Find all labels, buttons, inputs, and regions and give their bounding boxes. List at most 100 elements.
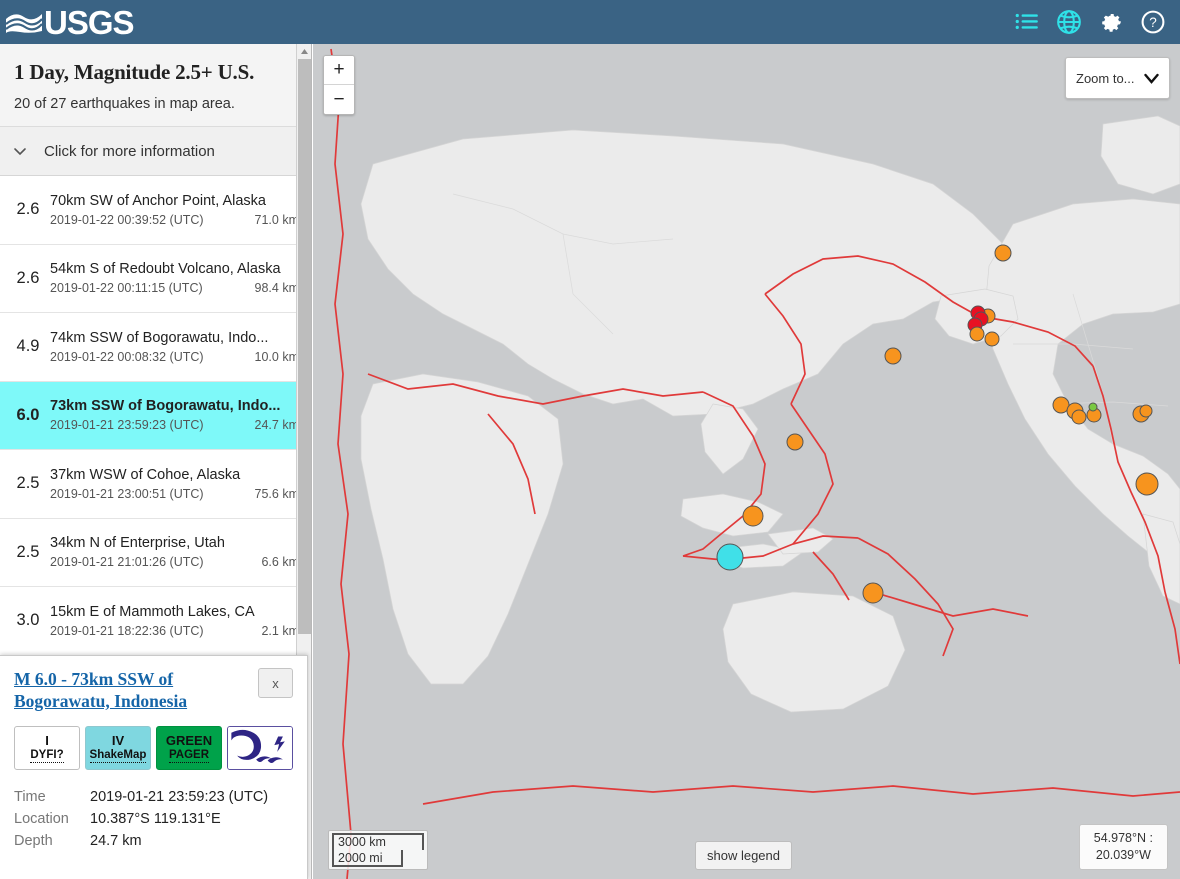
earthquake-marker[interactable] (994, 244, 1012, 262)
earthquake-list: 2.6 70km SW of Anchor Point, Alaska 2019-0… (0, 176, 311, 656)
pager-label: PAGER (168, 749, 210, 763)
earthquake-list-item[interactable]: 6.0 73km SSW of Bogorawatu, Indo... 2019-0… (0, 381, 311, 450)
earthquake-place: 15km E of Mammoth Lakes, CA (50, 603, 255, 620)
earthquake-time: 2019-01-22 00:39:52 (UTC) (50, 212, 204, 227)
list-icon[interactable] (1014, 9, 1040, 35)
earthquake-depth: 10.0 km (254, 349, 299, 364)
earthquake-info: 34km N of Enterprise, Utah 2019-01-21 21:… (50, 535, 299, 569)
earthquake-marker[interactable] (716, 543, 744, 571)
coordinate-longitude: 20.039°W (1095, 848, 1151, 862)
tsunami-badge[interactable] (227, 726, 293, 770)
earthquake-time: 2019-01-21 21:01:26 (UTC) (50, 555, 204, 570)
scale-km-label: 3000 km (332, 833, 424, 850)
earthquake-magnitude: 2.5 (16, 474, 40, 493)
chevron-down-icon (14, 148, 26, 156)
scrollbar-thumb[interactable] (298, 59, 311, 634)
earthquake-place: 73km SSW of Bogorawatu, Indo... (50, 398, 281, 415)
earthquake-info: 54km S of Redoubt Volcano, Alaska 2019-01… (50, 261, 299, 295)
scroll-up-arrow-icon[interactable] (297, 44, 311, 59)
earthquake-place: 37km WSW of Cohoe, Alaska (50, 466, 241, 483)
cursor-coordinates: 54.978°N : 20.039°W (1078, 824, 1168, 870)
dyfi-badge[interactable]: I DYFI? (14, 726, 80, 770)
earthquake-info: 70km SW of Anchor Point, Alaska 2019-01-2… (50, 193, 299, 227)
earthquake-info: 15km E of Mammoth Lakes, CA 2019-01-21 18… (50, 604, 299, 638)
earthquake-marker[interactable] (1139, 404, 1153, 418)
earthquake-marker[interactable] (884, 347, 902, 365)
earthquake-list-item[interactable]: 2.5 37km WSW of Cohoe, Alaska 2019-01-21 2… (0, 450, 311, 519)
earthquake-list-item[interactable]: 4.9 74km SSW of Bogorawatu, Indo... 2019-0… (0, 313, 311, 382)
show-legend-button[interactable]: show legend (695, 841, 792, 870)
sidebar-panel: 1 Day, Magnitude 2.5+ U.S. 20 of 27 eart… (0, 44, 312, 879)
scale-mi-label: 2000 mi (332, 850, 403, 867)
earthquake-marker[interactable] (969, 326, 985, 342)
earthquake-meta: 2019-01-22 00:39:52 (UTC) 71.0 km (50, 213, 299, 227)
earthquake-marker[interactable] (1088, 402, 1098, 412)
earthquake-info: 74km SSW of Bogorawatu, Indo... 2019-01-2… (50, 330, 299, 364)
earthquake-place: 74km SSW of Bogorawatu, Indo... (50, 329, 269, 346)
earthquake-marker[interactable] (984, 331, 1000, 347)
earthquake-list-item[interactable]: 2.6 70km SW of Anchor Point, Alaska 2019-0… (0, 176, 311, 245)
chevron-down-icon (1144, 73, 1159, 84)
earthquake-time: 2019-01-21 23:00:51 (UTC) (50, 486, 204, 501)
earthquake-meta: 2019-01-22 00:08:32 (UTC) 10.0 km (50, 350, 299, 364)
earthquake-place: 54km S of Redoubt Volcano, Alaska (50, 261, 281, 278)
earthquake-marker[interactable] (1071, 409, 1087, 425)
popup-field-value: 10.387°S 119.131°E (90, 811, 221, 827)
zoom-in-button[interactable]: + (324, 56, 354, 85)
more-information-toggle[interactable]: Click for more information (0, 127, 311, 176)
earthquake-marker[interactable] (1135, 472, 1159, 496)
globe-icon[interactable] (1056, 9, 1082, 35)
popup-badge-group: I DYFI? IV ShakeMap GREEN PAGER (14, 726, 293, 770)
earthquake-time: 2019-01-22 00:11:15 (UTC) (50, 281, 203, 296)
earthquake-depth: 2.1 km (261, 623, 299, 638)
popup-field-row: Time 2019-01-21 23:59:23 (UTC) (14, 786, 293, 808)
popup-field-key: Depth (14, 833, 53, 849)
popup-detail-fields: Time 2019-01-21 23:59:23 (UTC) Location 10.… (14, 786, 293, 852)
earthquake-depth: 24.7 km (254, 418, 299, 433)
world-map-svg (313, 44, 1180, 879)
earthquake-marker[interactable] (862, 582, 884, 604)
earthquake-depth: 71.0 km (254, 212, 299, 227)
zoom-out-button[interactable]: − (324, 85, 354, 114)
dyfi-label: DYFI? (30, 749, 64, 763)
popup-close-button[interactable]: x (258, 668, 293, 698)
tsunami-wave-icon (228, 727, 292, 769)
more-information-label: Click for more information (44, 142, 215, 160)
gear-icon[interactable] (1098, 9, 1124, 35)
page-title: 1 Day, Magnitude 2.5+ U.S. (14, 60, 255, 84)
map-scale-bar: 3000 km 2000 mi (328, 830, 428, 870)
earthquake-depth: 75.6 km (254, 486, 299, 501)
earthquake-list-item[interactable]: 2.5 34km N of Enterprise, Utah 2019-01-21 … (0, 519, 311, 587)
svg-text:?: ? (1149, 15, 1157, 30)
zoom-to-dropdown[interactable]: Zoom to... (1065, 57, 1170, 99)
shakemap-intensity: IV (111, 733, 125, 748)
earthquake-marker[interactable] (742, 505, 764, 527)
earthquake-meta: 2019-01-21 18:22:36 (UTC) 2.1 km (50, 624, 299, 638)
map-canvas[interactable]: + − Zoom to... 3000 km 2000 mi show lege… (313, 44, 1180, 879)
popup-field-row: Depth 24.7 km (14, 830, 293, 852)
help-icon[interactable]: ? (1140, 9, 1166, 35)
popup-field-key: Location (14, 811, 69, 827)
earthquake-detail-popup: M 6.0 - 73km SSW of Bogorawatu, Indonesi… (0, 655, 308, 879)
usgs-earthquake-app: USGS ? + − Zoom to... 3000 km 2000 mi sh… (0, 0, 1180, 879)
earthquake-magnitude: 4.9 (16, 337, 40, 356)
earthquake-magnitude: 3.0 (16, 611, 40, 630)
pager-badge[interactable]: GREEN PAGER (156, 726, 222, 770)
earthquake-place: 34km N of Enterprise, Utah (50, 535, 225, 552)
earthquake-magnitude: 2.6 (16, 200, 40, 219)
earthquake-list-item[interactable]: 2.6 54km S of Redoubt Volcano, Alaska 2019… (0, 245, 311, 313)
earthquake-magnitude: 6.0 (16, 405, 40, 424)
shakemap-badge[interactable]: IV ShakeMap (85, 726, 151, 770)
earthquake-meta: 2019-01-21 23:00:51 (UTC) 75.6 km (50, 487, 299, 501)
usgs-logo[interactable]: USGS (6, 4, 135, 40)
popup-field-value: 2019-01-21 23:59:23 (UTC) (90, 789, 269, 805)
earthquake-depth: 6.6 km (261, 555, 299, 570)
popup-title-link[interactable]: M 6.0 - 73km SSW of Bogorawatu, Indonesi… (14, 668, 258, 712)
popup-field-key: Time (14, 789, 46, 805)
usgs-wave-logo-icon (6, 7, 42, 37)
earthquake-magnitude: 2.5 (16, 542, 40, 561)
zoom-controls: + − (323, 55, 355, 115)
earthquake-list-item[interactable]: 3.0 15km E of Mammoth Lakes, CA 2019-01-21… (0, 587, 311, 656)
earthquake-marker[interactable] (786, 433, 804, 451)
earthquake-place: 70km SW of Anchor Point, Alaska (50, 192, 266, 209)
